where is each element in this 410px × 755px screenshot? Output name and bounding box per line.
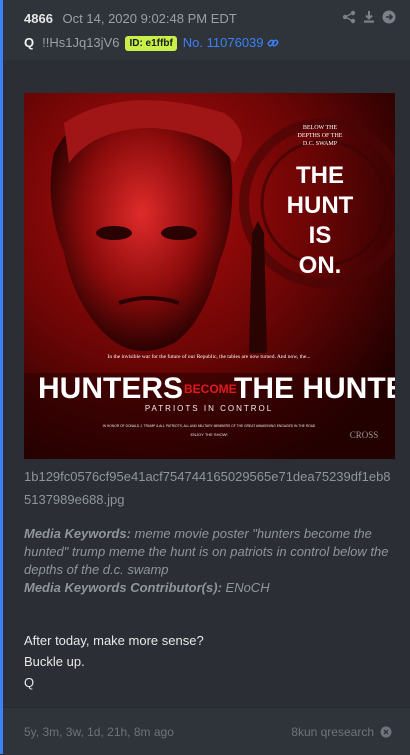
poster-text: BECOME <box>184 382 237 396</box>
poster-text: THE <box>296 162 344 189</box>
header-actions <box>342 10 396 24</box>
post-header: 4866 Oct 14, 2020 9:02:48 PM EDT Q !!Hs1… <box>3 0 410 60</box>
contributor-name: ENoCH <box>221 580 270 595</box>
link-icon[interactable] <box>267 37 279 49</box>
image-filename[interactable]: 1b129fc0576cf95e41acf754744165029565e71d… <box>24 465 396 511</box>
post-footer: 5y, 3m, 3w, 1d, 21h, 8m ago 8kun qresear… <box>3 707 410 755</box>
poster-text: PATRIOTS IN CONTROL <box>145 404 273 413</box>
poster-text: HUNT <box>287 192 354 219</box>
poster-text: DEPTHS OF THE <box>298 133 343 139</box>
post-number: 4866 <box>24 11 53 26</box>
post-author-row: Q !!Hs1Jq13jV6 ID: e1ffbf No. 11076039 <box>24 35 279 51</box>
post-message: After today, make more sense? Buckle up.… <box>24 630 394 693</box>
post-image[interactable]: BELOW THE DEPTHS OF THE D.C. SWAMP THE H… <box>24 93 395 459</box>
poster-text: HUNTERS <box>38 372 183 405</box>
arrow-right-circle-icon[interactable] <box>382 10 396 24</box>
poster-text: D.C. SWAMP <box>303 141 338 147</box>
post-source[interactable]: 8kun qresearch <box>291 725 392 739</box>
time-ago: 5y, 3m, 3w, 1d, 21h, 8m ago <box>24 725 174 739</box>
keywords-label: Media Keywords: <box>24 526 131 541</box>
poster-text: ON. <box>299 252 342 279</box>
author-name: Q <box>24 35 35 50</box>
movie-poster-image: BELOW THE DEPTHS OF THE D.C. SWAMP THE H… <box>24 93 395 459</box>
poster-text: THE HUNTED <box>234 372 395 405</box>
poster-text: BELOW THE <box>303 125 338 131</box>
source-label: 8kun qresearch <box>291 725 374 739</box>
contributor-label: Media Keywords Contributor(s): <box>24 580 222 595</box>
message-line: Buckle up. <box>24 654 85 669</box>
download-icon[interactable] <box>362 10 376 24</box>
poster-text: IN HONOR OF DONALD J. TRUMP & ALL PATRIO… <box>103 424 316 428</box>
tripcode: !!Hs1Jq13jV6 <box>42 35 120 50</box>
poster-text: In the invisible war for the future of o… <box>108 353 312 360</box>
post-meta: 4866 Oct 14, 2020 9:02:48 PM EDT <box>24 11 237 27</box>
message-line: Q <box>24 675 35 690</box>
poster-text: ENJOY THE SHOW! <box>191 432 228 437</box>
post-card: 4866 Oct 14, 2020 9:02:48 PM EDT Q !!Hs1… <box>0 0 410 755</box>
post-number-link[interactable]: No. 11076039 <box>183 35 264 51</box>
close-circle-icon[interactable] <box>380 726 392 738</box>
id-badge[interactable]: ID: e1ffbf <box>125 35 177 51</box>
post-date: Oct 14, 2020 9:02:48 PM EDT <box>62 11 237 26</box>
share-icon[interactable] <box>342 10 356 24</box>
poster-text: IS <box>309 222 332 249</box>
poster-text: CROSS <box>350 430 379 440</box>
message-line: After today, make more sense? <box>24 633 204 648</box>
media-keywords: Media Keywords: meme movie poster "hunte… <box>24 525 399 597</box>
